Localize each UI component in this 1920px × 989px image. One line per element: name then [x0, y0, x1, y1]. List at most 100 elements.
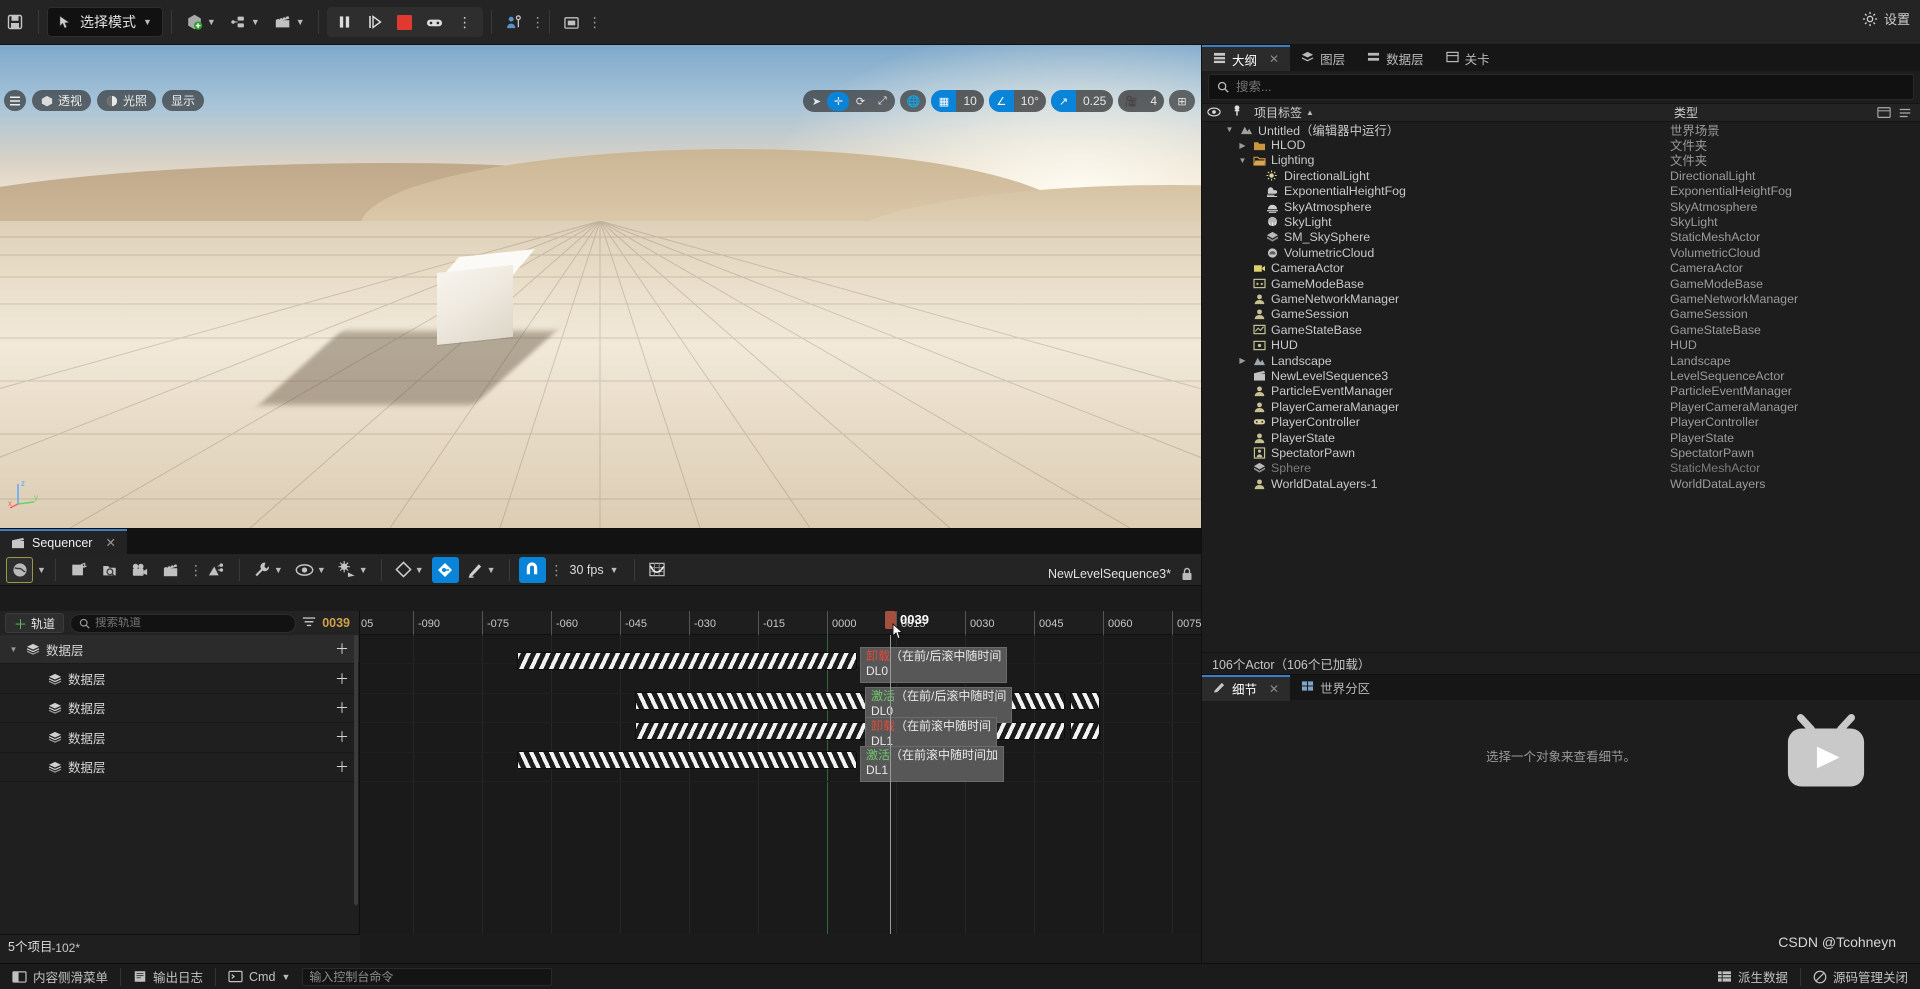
outliner-row[interactable]: Sphere StaticMeshActor [1202, 461, 1920, 476]
blueprints-button[interactable]: ▼ [224, 10, 265, 34]
layouts-icon[interactable]: ⊞ [1171, 92, 1193, 111]
chevron-down-icon[interactable]: ▼ [207, 17, 216, 27]
scale-snap-control[interactable]: ↗ 0.25 [1050, 90, 1114, 112]
track-row[interactable]: ▼ 数据层＋ [0, 635, 359, 665]
chevron-down-icon[interactable]: ▼ [415, 565, 424, 575]
select-mode-button[interactable]: 选择模式 ▼ [47, 7, 163, 37]
eject-gamepad-icon[interactable] [421, 9, 449, 35]
outliner-search-input[interactable] [1236, 80, 1905, 94]
filter-icon[interactable] [302, 616, 316, 631]
camera-cut-icon[interactable] [127, 557, 154, 583]
viewport-lighting-button[interactable]: 光照 [97, 90, 157, 111]
pin-column-header[interactable] [1226, 105, 1248, 120]
track-search-box[interactable] [70, 613, 297, 633]
visibility-button[interactable]: ▼ [291, 561, 330, 579]
outliner-row[interactable]: WorldDataLayers-1 WorldDataLayers [1202, 476, 1920, 491]
close-icon[interactable]: ✕ [105, 535, 115, 550]
console-command-input[interactable]: 输入控制台命令 [302, 967, 553, 986]
tab-细节[interactable]: 细节 ✕ [1202, 674, 1291, 701]
datalayer-section[interactable] [517, 751, 857, 770]
chevron-down-icon[interactable]: ▼ [251, 17, 260, 27]
tab-图层[interactable]: 图层 [1290, 45, 1356, 71]
camera-speed-control[interactable]: 🎥 4 [1118, 90, 1164, 112]
track-row[interactable]: 数据层＋ [0, 664, 359, 694]
save-icon[interactable] [0, 8, 30, 36]
outliner-row[interactable]: ▶ Landscape Landscape [1202, 353, 1920, 368]
outliner-row[interactable]: GameSession GameSession [1202, 307, 1920, 322]
tab-大纲[interactable]: 大纲 ✕ [1202, 45, 1291, 71]
globe-icon[interactable] [6, 556, 33, 583]
playhead-line[interactable] [890, 635, 891, 934]
platform-options-icon[interactable]: ⋮ [531, 15, 545, 29]
track-row[interactable]: 数据层＋ [0, 694, 359, 724]
datalayer-section[interactable] [517, 652, 857, 670]
key-mode-button[interactable]: ▼ [391, 559, 428, 580]
track-search-input[interactable] [95, 617, 288, 629]
track-row[interactable]: 数据层＋ [0, 753, 359, 782]
source-control-button[interactable]: 源码管理关闭 [1801, 964, 1920, 989]
render-movie-icon[interactable] [158, 557, 185, 583]
find-icon[interactable] [96, 557, 123, 583]
datalayer-section[interactable] [635, 721, 1065, 740]
outliner-row[interactable]: CameraActor CameraActor [1202, 261, 1920, 276]
timeline-ruler[interactable]: 05 -090 -075 -060 -045 -030 -015 0000 0015 0030 00… [360, 611, 1201, 640]
cmd-selector[interactable]: Cmd ▼ [216, 964, 302, 989]
tab-sequencer[interactable]: Sequencer ✕ [0, 529, 127, 554]
viewport-perspective-button[interactable]: 透视 [32, 90, 92, 111]
timeline-panel[interactable]: 05 -090 -075 -060 -045 -030 -015 0000 0015 0030 00… [360, 611, 1201, 934]
frame-step-icon[interactable] [361, 9, 389, 35]
outliner-row[interactable]: ExponentialHeightFog ExponentialHeightFog [1202, 184, 1920, 199]
play-options-icon[interactable]: ⋮ [451, 9, 479, 35]
chevron-down-icon[interactable]: ▼ [317, 565, 326, 575]
outliner-row[interactable]: PlayerController PlayerController [1202, 414, 1920, 429]
viewport-show-button[interactable]: 显示 [162, 90, 205, 111]
outliner-row[interactable]: DirectionalLight DirectionalLight [1202, 168, 1920, 183]
angle-snap-control[interactable]: ∠ 10° [988, 90, 1046, 112]
expand-arrow-icon[interactable]: ▼ [1237, 156, 1248, 165]
chevron-down-icon[interactable]: ▼ [37, 565, 46, 575]
name-column-header[interactable]: 项目标签 ▲ [1248, 104, 1670, 121]
outliner-row[interactable]: SkyAtmosphere SkyAtmosphere [1202, 199, 1920, 214]
outliner-row[interactable]: ▼ Lighting 文件夹 [1202, 153, 1920, 168]
outliner-row[interactable]: PlayerState PlayerState [1202, 430, 1920, 445]
chevron-down-icon[interactable]: ▼ [143, 17, 152, 27]
outliner-row[interactable]: PlayerCameraManager PlayerCameraManager [1202, 399, 1920, 414]
close-icon[interactable]: ✕ [1269, 52, 1279, 66]
pause-icon[interactable] [331, 9, 359, 35]
outliner-options-icon[interactable] [1898, 106, 1912, 123]
cinematics-button[interactable]: ▼ [268, 10, 310, 34]
track-rows[interactable]: ▼ 数据层＋数据层＋数据层＋数据层＋数据层＋ [0, 635, 359, 782]
key-active-icon[interactable] [431, 556, 459, 583]
visibility-column-header[interactable] [1202, 106, 1226, 120]
track-row[interactable]: 数据层＋ [0, 723, 359, 753]
rotate-icon[interactable]: ⟳ [849, 92, 871, 111]
expand-arrow-icon[interactable]: ▶ [1237, 356, 1248, 365]
content-drawer-button[interactable]: 内容侧滑菜单 [0, 964, 120, 989]
datalayer-section[interactable] [1070, 692, 1100, 711]
outliner-row[interactable]: NewLevelSequence3 LevelSequenceActor [1202, 368, 1920, 383]
snap-options-icon[interactable]: ⋮ [550, 563, 564, 577]
lock-icon[interactable] [1181, 567, 1193, 584]
outliner-search-box[interactable] [1208, 74, 1914, 100]
output-log-button[interactable]: 输出日志 [121, 964, 215, 989]
globe-icon[interactable]: 🌐 [902, 92, 924, 111]
fx-button[interactable]: ▼ [334, 559, 372, 580]
extra-options-icon[interactable]: ⋮ [588, 15, 602, 29]
outliner-row[interactable]: GameModeBase GameModeBase [1202, 276, 1920, 291]
tab-世界分区[interactable]: 世界分区 [1290, 675, 1381, 701]
chevron-down-icon[interactable]: ▼ [281, 972, 290, 982]
framerate-dropdown[interactable]: 30 fps ▼ [564, 563, 625, 577]
outliner-row[interactable]: ▼ Untitled（编辑器中运行） 世界场景 [1202, 122, 1920, 138]
actions-icon[interactable] [203, 557, 230, 583]
timeline-lanes[interactable]: 卸载（在前/后滚中随时间 DL0 激活（在前/后滚中随时间 DL0 卸载（在前滚中随时间… [360, 635, 1201, 934]
scale-snap-icon[interactable]: ↗ [1050, 90, 1076, 112]
curve-editor-icon[interactable] [644, 557, 671, 583]
tab-数据层[interactable]: 数据层 [1356, 45, 1435, 71]
screenshot-icon[interactable] [558, 12, 585, 33]
select-arrow-icon[interactable]: ➤ [805, 92, 827, 111]
cube-mesh[interactable] [437, 265, 513, 345]
outliner-row[interactable]: ▶ HLOD 文件夹 [1202, 137, 1920, 153]
platforms-icon[interactable] [500, 11, 528, 34]
tab-关卡[interactable]: 关卡 [1435, 45, 1501, 71]
outliner-row[interactable]: GameStateBase GameStateBase [1202, 322, 1920, 337]
